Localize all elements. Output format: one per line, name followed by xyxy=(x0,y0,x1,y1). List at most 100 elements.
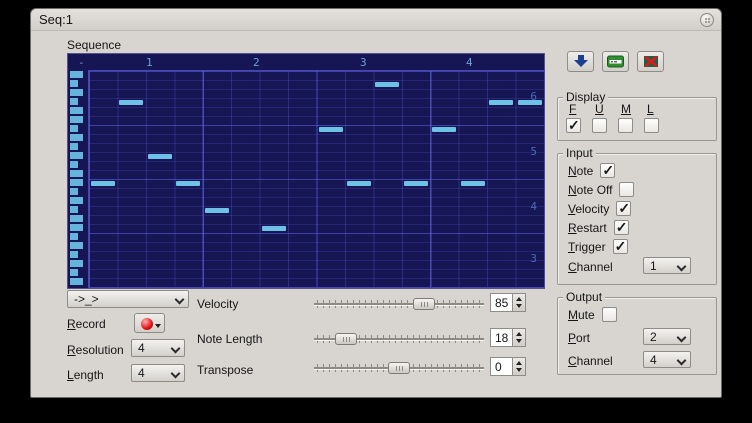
keyboard-key xyxy=(70,251,78,258)
chevron-down-icon xyxy=(678,263,685,270)
input-trigger-checkbox[interactable] xyxy=(613,239,628,254)
keyboard-key xyxy=(70,188,78,195)
output-port-label: Port xyxy=(568,331,590,345)
note-length-spinbox[interactable]: 18 xyxy=(490,328,526,347)
input-channel-label: Channel xyxy=(568,260,613,274)
beat-label: - xyxy=(78,56,85,69)
beat-label: 3 xyxy=(360,56,367,69)
seq-window: Seq:1 Sequence - 1 2 3 4 6 5 4 3 ->_> Ve… xyxy=(30,8,722,398)
display-m-label: M xyxy=(621,102,631,116)
window-title: Seq:1 xyxy=(39,12,73,27)
note[interactable] xyxy=(432,127,456,132)
resolution-label: Resolution xyxy=(67,343,124,357)
input-velocity-checkbox[interactable] xyxy=(616,201,631,216)
direction-combo[interactable]: ->_> xyxy=(67,290,189,308)
keyboard-key xyxy=(70,89,83,96)
input-note-off-checkbox[interactable] xyxy=(619,182,634,197)
input-note-off-label: Note Off xyxy=(568,183,612,197)
display-l-checkbox[interactable] xyxy=(644,118,659,133)
note[interactable] xyxy=(404,181,428,186)
resolution-combo-value: 4 xyxy=(138,341,145,355)
output-channel-combo[interactable]: 4 xyxy=(643,351,691,368)
beat-label: 4 xyxy=(466,56,473,69)
note[interactable] xyxy=(461,181,485,186)
keyboard-key xyxy=(70,98,78,105)
display-l-label: L xyxy=(647,102,654,116)
keyboard-key xyxy=(70,134,83,141)
input-restart-checkbox[interactable] xyxy=(614,220,629,235)
display-f-label: F xyxy=(569,102,576,116)
input-channel-combo[interactable]: 1 xyxy=(643,257,691,274)
sequence-display: - 1 2 3 4 6 5 4 3 xyxy=(67,53,545,289)
spin-up-button[interactable] xyxy=(513,358,525,367)
duplicate-icon xyxy=(573,55,589,68)
note-length-label: Note Length xyxy=(197,332,262,346)
spin-down-button[interactable] xyxy=(513,338,525,347)
keyboard-strip xyxy=(70,70,86,288)
keyboard-key xyxy=(70,224,83,231)
spin-up-button[interactable] xyxy=(513,294,525,303)
rename-button[interactable] xyxy=(602,51,629,72)
keyboard-key xyxy=(70,143,78,150)
input-trigger-label: Trigger xyxy=(568,240,606,254)
velocity-spinbox[interactable]: 85 xyxy=(490,293,526,312)
note[interactable] xyxy=(91,181,115,186)
note[interactable] xyxy=(375,82,399,87)
keyboard-key xyxy=(70,170,83,177)
output-mute-label: Mute xyxy=(568,308,595,322)
spin-up-button[interactable] xyxy=(513,329,525,338)
spin-down-button[interactable] xyxy=(513,303,525,312)
keyboard-key xyxy=(70,179,83,186)
beat-label: 1 xyxy=(146,56,153,69)
note[interactable] xyxy=(347,181,371,186)
note[interactable] xyxy=(148,154,172,159)
output-port-combo[interactable]: 2 xyxy=(643,328,691,345)
transpose-value: 0 xyxy=(495,360,502,374)
display-m-checkbox[interactable] xyxy=(618,118,633,133)
note[interactable] xyxy=(176,181,200,186)
input-note-label: Note xyxy=(568,164,593,178)
octave-label: 5 xyxy=(530,145,537,158)
record-icon xyxy=(141,318,153,330)
chevron-down-icon xyxy=(172,370,179,377)
octave-label: 4 xyxy=(530,200,537,213)
length-combo[interactable]: 4 xyxy=(131,364,185,382)
resolution-combo[interactable]: 4 xyxy=(131,339,185,357)
duplicate-button[interactable] xyxy=(567,51,594,72)
display-u-checkbox[interactable] xyxy=(592,118,607,133)
note[interactable] xyxy=(205,208,229,213)
note[interactable] xyxy=(262,226,286,231)
output-group: Output Mute Port 2 Channel 4 xyxy=(557,297,717,375)
titlebar[interactable]: Seq:1 xyxy=(31,9,721,31)
spin-down-button[interactable] xyxy=(513,367,525,376)
note[interactable] xyxy=(489,100,513,105)
input-group-label: Input xyxy=(563,146,596,160)
slider-handle[interactable] xyxy=(413,298,435,310)
note[interactable] xyxy=(119,100,143,105)
velocity-slider[interactable] xyxy=(314,297,484,311)
note[interactable] xyxy=(319,127,343,132)
chevron-down-icon xyxy=(176,296,183,303)
note-grid[interactable] xyxy=(88,70,545,288)
output-mute-checkbox[interactable] xyxy=(602,307,617,322)
display-u-label: U xyxy=(595,102,604,116)
transpose-spinbox[interactable]: 0 xyxy=(490,357,526,376)
slider-handle[interactable] xyxy=(335,333,357,345)
keyboard-key xyxy=(70,260,83,267)
keyboard-key xyxy=(70,278,83,285)
keyboard-key xyxy=(70,233,78,240)
transpose-slider[interactable] xyxy=(314,361,484,375)
rename-icon xyxy=(607,55,624,68)
note-length-slider[interactable] xyxy=(314,332,484,346)
keyboard-key xyxy=(70,269,78,276)
direction-combo-value: ->_> xyxy=(74,292,99,306)
record-button[interactable] xyxy=(134,313,165,333)
display-f-checkbox[interactable] xyxy=(566,118,581,133)
keyboard-key xyxy=(70,161,78,168)
window-menu-button[interactable] xyxy=(700,13,714,27)
slider-handle[interactable] xyxy=(388,362,410,374)
keyboard-key xyxy=(70,107,83,114)
input-note-checkbox[interactable] xyxy=(600,163,615,178)
delete-button[interactable] xyxy=(637,51,664,72)
length-label: Length xyxy=(67,368,104,382)
